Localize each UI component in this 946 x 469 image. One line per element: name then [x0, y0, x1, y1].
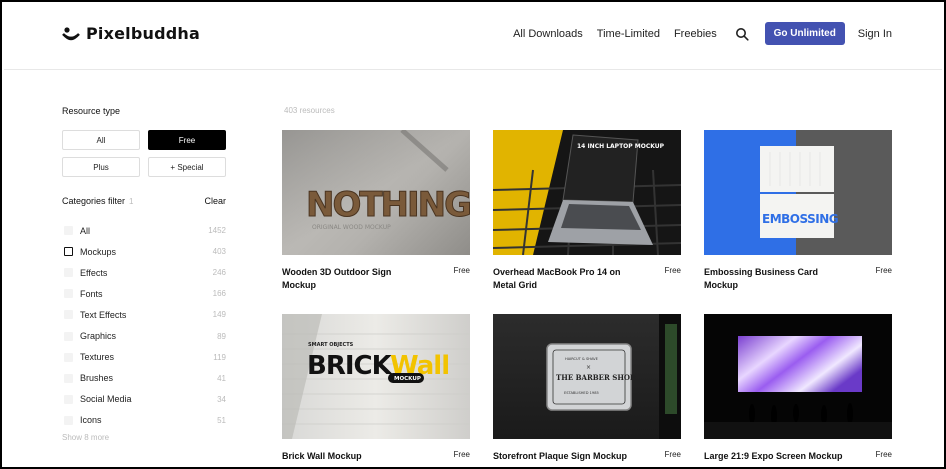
- type-free-button[interactable]: Free: [148, 130, 226, 150]
- card-title[interactable]: Storefront Plaque Sign Mockup: [493, 450, 633, 463]
- category-count: 166: [212, 289, 226, 299]
- card-thumbnail[interactable]: EMBOSSING: [704, 130, 892, 255]
- category-count: 1452: [208, 226, 226, 236]
- thumb-bottom-text: ESTABLISHED 1985: [564, 391, 599, 395]
- category-count: 149: [212, 310, 226, 320]
- category-all[interactable]: All 1452: [62, 220, 226, 241]
- category-icons[interactable]: Icons 51: [62, 410, 226, 431]
- category-count: 403: [212, 247, 226, 257]
- checkbox-checked[interactable]: [64, 247, 73, 257]
- category-label: All: [80, 225, 91, 236]
- thumb-top-text: HAIRCUT & SHAVE: [565, 357, 599, 361]
- thumb-brick-text: BRICK: [307, 351, 393, 381]
- logo-icon: [62, 26, 80, 42]
- card-title[interactable]: Large 21:9 Expo Screen Mockup: [704, 450, 844, 463]
- card-title[interactable]: Overhead MacBook Pro 14 on Metal Grid: [493, 266, 633, 292]
- category-mockups[interactable]: Mockups 403: [62, 241, 226, 262]
- resource-card[interactable]: NOTHING ORIGINAL WOOD MOCKUP Wooden 3D O…: [282, 130, 470, 290]
- clear-filters-button[interactable]: Clear: [204, 196, 226, 206]
- resource-card[interactable]: SMART OBJECTS BRICK Wall MOCKUP Brick Wa…: [282, 314, 470, 461]
- checkbox[interactable]: [64, 331, 73, 341]
- card-price: Free: [664, 266, 681, 275]
- category-count: 51: [217, 415, 226, 425]
- category-fonts[interactable]: Fonts 166: [62, 283, 226, 304]
- logo[interactable]: Pixelbuddha: [62, 24, 200, 43]
- category-text-effects[interactable]: Text Effects 149: [62, 304, 226, 325]
- category-brushes[interactable]: Brushes 41: [62, 368, 226, 389]
- card-title[interactable]: Embossing Business Card Mockup: [704, 266, 844, 292]
- card-price: Free: [664, 450, 681, 459]
- thumb-small-text: SMART OBJECTS: [308, 342, 354, 348]
- categories-header: Categories filter 1 Clear: [62, 196, 226, 206]
- category-list: All 1452 Mockups 403 Effects 246 Fonts 1…: [62, 220, 226, 431]
- go-unlimited-button[interactable]: Go Unlimited: [764, 22, 845, 45]
- site-header: Pixelbuddha All Downloads Time-Limited F…: [4, 4, 942, 70]
- resource-card[interactable]: Large 21:9 Expo Screen Mockup Free: [704, 314, 892, 461]
- category-social-media[interactable]: Social Media 34: [62, 389, 226, 410]
- category-count: 119: [213, 352, 226, 362]
- category-graphics[interactable]: Graphics 89: [62, 325, 226, 346]
- card-thumbnail[interactable]: 14 INCH LAPTOP MOCKUP: [493, 130, 681, 255]
- card-thumbnail[interactable]: HAIRCUT & SHAVE × THE BARBER SHOP ESTABL…: [493, 314, 681, 439]
- type-plus-button[interactable]: Plus: [62, 157, 140, 177]
- svg-text:×: ×: [586, 364, 591, 371]
- category-label: Fonts: [80, 288, 103, 299]
- search-icon[interactable]: [735, 27, 749, 41]
- thumb-emboss-text: EMBOSSING: [762, 212, 838, 226]
- logo-text: Pixelbuddha: [86, 24, 201, 43]
- checkbox[interactable]: [64, 226, 73, 236]
- card-price: Free: [453, 450, 470, 459]
- top-nav: All Downloads Time-Limited Freebies Go U…: [513, 22, 892, 45]
- category-count: 34: [217, 394, 226, 404]
- checkbox[interactable]: [64, 373, 73, 383]
- thumb-badge-text: MOCKUP: [394, 376, 421, 382]
- category-count: 246: [212, 268, 226, 278]
- card-thumbnail[interactable]: [704, 314, 892, 439]
- category-count: 89: [217, 331, 226, 341]
- category-label: Icons: [80, 415, 102, 426]
- resource-type-title: Resource type: [62, 106, 121, 116]
- checkbox[interactable]: [64, 352, 73, 362]
- resources-count: 403 resources: [284, 106, 335, 115]
- category-count: 41: [217, 373, 226, 383]
- nav-all-downloads[interactable]: All Downloads: [513, 28, 583, 40]
- sign-in-link[interactable]: Sign In: [858, 28, 892, 40]
- categories-selected-count: 1: [129, 197, 134, 206]
- checkbox[interactable]: [64, 394, 73, 404]
- checkbox[interactable]: [64, 310, 73, 320]
- category-label: Textures: [80, 352, 115, 363]
- resource-card[interactable]: HAIRCUT & SHAVE × THE BARBER SHOP ESTABL…: [493, 314, 681, 461]
- category-label: Graphics: [80, 331, 117, 342]
- type-all-button[interactable]: All: [62, 130, 140, 150]
- checkbox[interactable]: [64, 289, 73, 299]
- show-more-link[interactable]: Show 8 more: [62, 433, 109, 442]
- card-price: Free: [453, 266, 470, 275]
- thumb-wood-text: NOTHING: [306, 185, 470, 225]
- category-label: Mockups: [80, 246, 117, 257]
- card-price: Free: [875, 450, 892, 459]
- resource-card[interactable]: 14 INCH LAPTOP MOCKUP Overhead MacBook P…: [493, 130, 681, 290]
- card-thumbnail[interactable]: NOTHING ORIGINAL WOOD MOCKUP: [282, 130, 470, 255]
- category-label: Social Media: [80, 394, 132, 405]
- categories-title: Categories filter: [62, 196, 126, 206]
- nav-time-limited[interactable]: Time-Limited: [597, 28, 660, 40]
- thumb-sub-text: ORIGINAL WOOD MOCKUP: [312, 224, 391, 231]
- checkbox[interactable]: [64, 415, 73, 425]
- category-textures[interactable]: Textures 119: [62, 347, 226, 368]
- thumb-laptop-text: 14 INCH LAPTOP MOCKUP: [577, 143, 665, 150]
- card-thumbnail[interactable]: SMART OBJECTS BRICK Wall MOCKUP: [282, 314, 470, 439]
- resource-card[interactable]: EMBOSSING Embossing Business Card Mockup…: [704, 130, 892, 290]
- thumb-plaque-text: THE BARBER SHOP: [556, 373, 636, 382]
- nav-freebies[interactable]: Freebies: [674, 28, 717, 40]
- category-label: Effects: [80, 267, 108, 278]
- card-title[interactable]: Brick Wall Mockup: [282, 450, 422, 463]
- card-price: Free: [875, 266, 892, 275]
- category-label: Text Effects: [80, 309, 127, 320]
- card-title[interactable]: Wooden 3D Outdoor Sign Mockup: [282, 266, 422, 292]
- category-label: Brushes: [80, 373, 114, 384]
- category-effects[interactable]: Effects 246: [62, 262, 226, 283]
- page-frame: Pixelbuddha All Downloads Time-Limited F…: [0, 0, 946, 469]
- type-special-button[interactable]: + Special: [148, 157, 226, 177]
- checkbox[interactable]: [64, 268, 73, 278]
